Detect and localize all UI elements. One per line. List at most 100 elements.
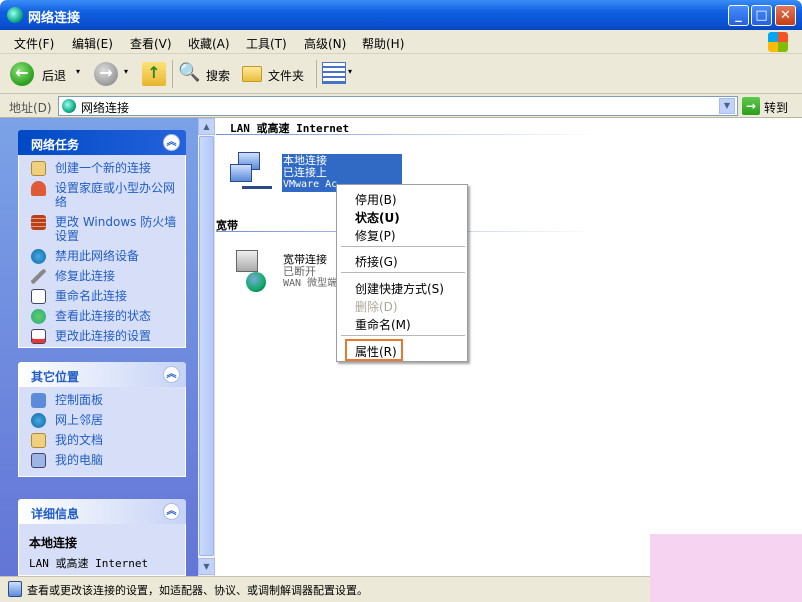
network-tasks-header[interactable]: 网络任务 ︽ [18,130,186,155]
task-pane: 网络任务 ︽ 创建一个新的连接 设置家庭或小型办公网络 更改 Windows 防… [0,118,198,576]
up-folder-button[interactable]: ↑ [142,62,166,86]
menu-separator [341,246,465,247]
watermark [650,534,802,602]
broadband-connection-icon [230,250,266,292]
menu-edit[interactable]: 编辑(E) [72,35,113,52]
views-button[interactable] [322,62,346,84]
collapse-chevron-icon[interactable]: ︽ [163,503,180,520]
folder-icon [242,66,262,82]
menu-tools[interactable]: 工具(T) [246,35,287,52]
windows-logo-icon [768,32,788,52]
task-repair[interactable]: 修复此连接 [29,269,185,284]
connection-status: 已断开 [283,265,316,278]
task-label: 禁用此网络设备 [55,249,140,263]
back-button[interactable]: ← 后退 [10,62,72,86]
close-button[interactable]: ✕ [775,5,796,26]
network-icon [62,99,76,113]
menu-advanced[interactable]: 高级(N) [304,35,346,52]
my-documents-icon [31,433,46,448]
window-title: 网络连接 [28,11,81,26]
ctx-disable[interactable]: 停用(B) [355,191,397,208]
folders-button[interactable]: 文件夹 [242,62,310,86]
address-value: 网络连接 [81,101,130,115]
menu-bar: 文件(F) 编辑(E) 查看(V) 收藏(A) 工具(T) 高级(N) 帮助(H… [0,30,802,54]
task-label: 重命名此连接 [55,289,128,303]
place-label: 网上邻居 [55,413,104,427]
address-bar: 地址(D) 网络连接 ▼ → 转到 [0,94,802,118]
place-my-computer[interactable]: 我的电脑 [29,453,185,468]
ctx-create-shortcut[interactable]: 创建快捷方式(S) [355,280,444,297]
toolbar: ← 后退 ▾ → ▾ ↑ 🔍 搜索 文件夹 ▾ [0,54,802,94]
task-view-status[interactable]: 查看此连接的状态 [29,309,185,324]
network-connection-icon [230,152,272,192]
search-button[interactable]: 🔍 搜索 [178,62,234,86]
menu-file[interactable]: 文件(F) [14,35,54,52]
ctx-rename[interactable]: 重命名(M) [355,316,411,333]
task-disable-device[interactable]: 禁用此网络设备 [29,249,185,264]
task-change-settings[interactable]: 更改此连接的设置 [29,329,185,344]
firewall-icon [31,215,46,230]
context-menu: 停用(B) 状态(U) 修复(P) 桥接(G) 创建快捷方式(S) 删除(D) … [336,184,468,362]
broadband-connection-labels: 宽带连接 已断开 WAN 微型端 [283,254,337,290]
go-label: 转到 [764,101,789,115]
back-label: 后退 [42,69,67,83]
ctx-repair[interactable]: 修复(P) [355,227,396,244]
collapse-chevron-icon[interactable]: ︽ [163,366,180,383]
views-dropdown-icon[interactable]: ▾ [348,67,352,76]
forward-button[interactable]: → [94,62,118,86]
scroll-thumb[interactable] [199,136,214,556]
control-panel-icon [31,393,46,408]
task-label: 设置家庭或小型办公网络 [55,181,176,209]
vertical-scrollbar[interactable]: ▲ ▼ [198,118,215,576]
network-tasks-title: 网络任务 [31,138,80,152]
task-home-network[interactable]: 设置家庭或小型办公网络 [29,181,185,209]
connection-status: 已连接上 [283,166,327,179]
new-connection-icon [31,161,46,176]
ctx-properties-highlight[interactable]: 属性(R) [345,339,403,361]
task-create-connection[interactable]: 创建一个新的连接 [29,161,185,176]
task-firewall[interactable]: 更改 Windows 防火墙设置 [29,215,185,243]
my-computer-icon [31,453,46,468]
task-label: 更改此连接的设置 [55,329,152,343]
maximize-button[interactable]: □ [751,5,772,26]
address-dropdown-button[interactable]: ▼ [719,98,735,114]
collapse-chevron-icon[interactable]: ︽ [163,134,180,151]
forward-dropdown-icon[interactable]: ▾ [124,67,128,76]
ctx-status[interactable]: 状态(U) [355,209,400,226]
task-label: 查看此连接的状态 [55,309,152,323]
minimize-button[interactable]: _ [728,5,749,26]
connection-device: WAN 微型端 [283,278,337,289]
other-places-body: 控制面板 网上邻居 我的文档 我的电脑 [18,387,186,477]
broadband-connection-item[interactable]: 宽带连接 已断开 WAN 微型端 [226,248,338,298]
settings-icon [31,329,46,344]
title-bar[interactable]: 网络连接 _ □ ✕ [0,0,802,30]
details-header[interactable]: 详细信息 ︽ [18,499,186,524]
scroll-up-button[interactable]: ▲ [198,118,215,135]
place-label: 我的文档 [55,433,104,447]
menu-help[interactable]: 帮助(H) [362,35,404,52]
menu-separator [341,272,465,273]
status-icon [31,309,46,324]
go-button[interactable]: → 转到 [742,96,794,116]
back-arrow-icon: ← [10,62,34,86]
disable-network-icon [31,249,46,264]
menu-view[interactable]: 查看(V) [130,35,172,52]
place-my-documents[interactable]: 我的文档 [29,433,185,448]
details-title: 详细信息 [31,507,80,521]
status-network-icon [8,581,22,597]
menu-favorites[interactable]: 收藏(A) [188,35,230,52]
details-panel: 详细信息 ︽ 本地连接 LAN 或高速 Internet [18,499,186,576]
scroll-down-button[interactable]: ▼ [198,558,215,575]
task-label: 创建一个新的连接 [55,161,152,175]
details-body: 本地连接 LAN 或高速 Internet [18,524,186,576]
task-rename[interactable]: 重命名此连接 [29,289,185,304]
go-arrow-icon: → [742,97,760,115]
other-places-header[interactable]: 其它位置 ︽ [18,362,186,387]
place-control-panel[interactable]: 控制面板 [29,393,185,408]
network-tasks-body: 创建一个新的连接 设置家庭或小型办公网络 更改 Windows 防火墙设置 禁用… [18,155,186,348]
back-dropdown-icon[interactable]: ▾ [76,67,80,76]
ctx-bridge[interactable]: 桥接(G) [355,253,398,270]
search-label: 搜索 [206,69,231,83]
place-network-neighborhood[interactable]: 网上邻居 [29,413,185,428]
address-input[interactable]: 网络连接 ▼ [58,96,738,116]
